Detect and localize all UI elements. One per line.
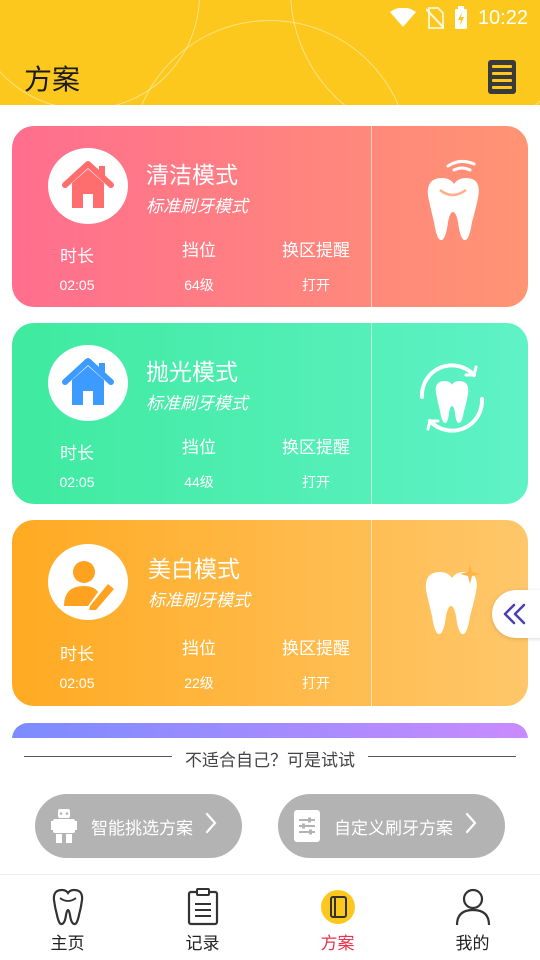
nav-item-plans[interactable]: 方案	[270, 875, 405, 960]
battery-icon	[454, 6, 467, 29]
stat-level-label: 挡位	[182, 438, 216, 458]
notebook-icon	[318, 887, 358, 927]
nav-item-profile[interactable]: 我的	[405, 875, 540, 960]
page-title: 方案	[24, 63, 81, 96]
stat-zone-value: 打开	[302, 675, 330, 691]
chevron-right-icon	[205, 812, 217, 840]
stat-zone: 换区提醒 打开	[272, 433, 360, 492]
stat-level-label: 挡位	[182, 639, 216, 659]
plan-avatar	[48, 345, 128, 421]
stat-level-label: 挡位	[182, 241, 216, 261]
smart-pick-button[interactable]: 智能挑选方案	[35, 794, 242, 858]
stat-level: 挡位 22级	[164, 634, 234, 693]
status-bar: 10:22	[389, 4, 528, 32]
chevron-right-icon	[465, 812, 477, 840]
list-settings-icon	[292, 808, 322, 844]
stat-zone-label: 换区提醒	[282, 438, 350, 458]
double-chevron-left-icon	[503, 603, 526, 625]
plan-subtitle: 标准刷牙模式	[148, 591, 250, 611]
plan-card-whitening[interactable]: 美白模式 标准刷牙模式 时长 02:05 挡位 22级 换区提醒 打开	[12, 520, 528, 706]
stat-zone: 换区提醒 打开	[272, 634, 360, 693]
tooth-sparkle-icon	[427, 159, 479, 241]
stat-level-value: 44级	[184, 474, 214, 490]
stat-zone-value: 打开	[302, 474, 330, 490]
plan-title: 美白模式	[148, 557, 240, 583]
card-divider	[371, 520, 372, 706]
status-time: 10:22	[477, 6, 528, 29]
house-icon	[62, 161, 114, 208]
menu-icon[interactable]	[488, 60, 516, 94]
plan-card-clean[interactable]: 清洁模式 标准刷牙模式 时长 02:05 挡位 64级 换区提醒 打开	[12, 126, 528, 307]
smart-pick-label: 智能挑选方案	[91, 818, 193, 839]
card-divider	[371, 126, 372, 307]
stat-level-value: 22级	[184, 675, 214, 691]
clipboard-icon	[183, 887, 223, 927]
stat-level: 挡位 44级	[164, 433, 234, 492]
stat-duration: 时长 02:05	[42, 242, 112, 293]
stat-duration: 时长 02:05	[42, 640, 112, 691]
tooth-outline-icon	[48, 887, 88, 927]
stat-level: 挡位 64级	[164, 236, 234, 295]
stat-duration-value: 02:05	[59, 675, 95, 691]
stat-duration-label: 时长	[60, 247, 94, 267]
nav-label-plans: 方案	[320, 934, 355, 954]
user-edit-icon	[64, 561, 114, 610]
plan-subtitle: 标准刷牙模式	[146, 197, 248, 217]
plan-card-next[interactable]	[12, 723, 528, 739]
plan-avatar	[48, 544, 128, 620]
stat-zone: 换区提醒 打开	[272, 236, 360, 295]
nav-item-records[interactable]: 记录	[135, 875, 270, 960]
person-icon	[453, 887, 493, 927]
tooth-circle-icon	[419, 363, 485, 433]
robot-icon	[49, 808, 79, 844]
wifi-icon	[389, 8, 416, 27]
collapse-button[interactable]	[492, 590, 540, 638]
app-header: 10:22 方案	[0, 0, 540, 105]
stat-duration-label: 时长	[60, 444, 94, 464]
stat-zone-label: 换区提醒	[282, 639, 350, 659]
custom-plan-label: 自定义刷牙方案	[334, 818, 453, 839]
nav-label-profile: 我的	[455, 934, 490, 954]
bottom-nav: 主页 记录 方案 我的	[0, 874, 540, 960]
no-sim-icon	[425, 7, 444, 29]
stat-duration-value: 02:05	[59, 474, 95, 490]
suggestion-text: 不适合自己？可是试试	[185, 751, 355, 771]
stat-duration-label: 时长	[60, 645, 94, 665]
plan-card-polish[interactable]: 抛光模式 标准刷牙模式 时长 02:05 挡位 44级 换区提醒 打开	[12, 323, 528, 504]
nav-label-home: 主页	[50, 934, 85, 954]
stat-level-value: 64级	[184, 277, 214, 293]
plan-avatar	[48, 148, 128, 224]
stat-duration: 时长 02:05	[42, 439, 112, 490]
house-icon	[62, 358, 114, 405]
custom-plan-button[interactable]: 自定义刷牙方案	[278, 794, 505, 858]
stat-zone-value: 打开	[302, 277, 330, 293]
plan-title: 清洁模式	[146, 163, 238, 189]
plan-title: 抛光模式	[146, 360, 238, 386]
stat-duration-value: 02:05	[59, 277, 95, 293]
nav-label-records: 记录	[185, 934, 220, 954]
card-divider	[371, 323, 372, 504]
nav-item-home[interactable]: 主页	[0, 875, 135, 960]
plan-subtitle: 标准刷牙模式	[146, 394, 248, 414]
stat-zone-label: 换区提醒	[282, 241, 350, 261]
tooth-star-icon	[425, 564, 480, 635]
